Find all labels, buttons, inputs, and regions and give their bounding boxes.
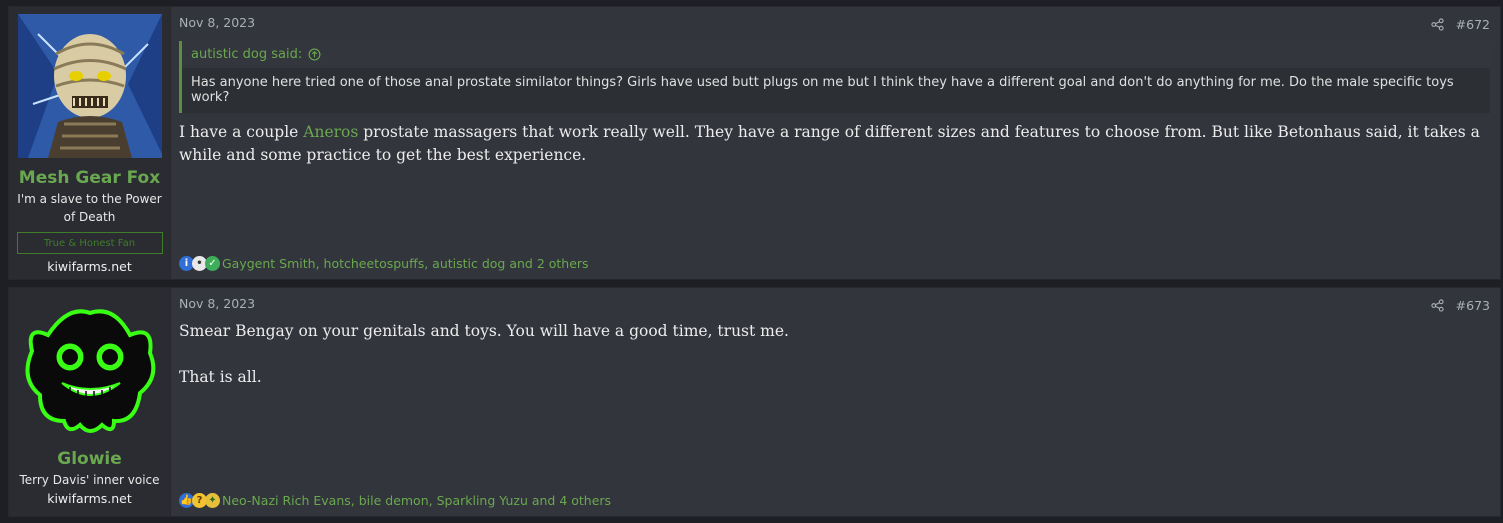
reactions-text[interactable]: Gaygent Smith, hotcheetospuffs, autistic…: [222, 256, 589, 271]
username[interactable]: Mesh Gear Fox: [19, 168, 160, 188]
post-date[interactable]: Nov 8, 2023: [179, 15, 255, 33]
post-672: Mesh Gear Fox I'm a slave to the Power o…: [8, 6, 1501, 280]
post-main: Nov 8, 2023 #672 autistic dog said: Has …: [171, 7, 1500, 279]
avatar[interactable]: [17, 14, 162, 158]
user-title: I'm a slave to the Power of Death: [17, 192, 162, 224]
post-paragraph: I have a couple Aneros prostate massager…: [179, 123, 1480, 164]
user-cell: Glowie Terry Davis' inner voice kiwifarm…: [9, 288, 171, 516]
arrow-up-circle-icon[interactable]: [308, 48, 321, 61]
post-header: Nov 8, 2023 #673: [179, 296, 1490, 314]
post-body: I have a couple Aneros prostate massager…: [179, 121, 1490, 167]
post-paragraph: Smear Bengay on your genitals and toys. …: [179, 322, 789, 340]
reaction-icons[interactable]: i • ✓: [179, 256, 220, 271]
pineapple-icon: ✦: [205, 493, 220, 508]
share-icon[interactable]: [1431, 298, 1444, 312]
avatar[interactable]: [17, 295, 162, 439]
quote-author[interactable]: autistic dog said:: [191, 47, 302, 62]
user-banner: True & Honest Fan: [16, 232, 163, 254]
reactions-text[interactable]: Neo-Nazi Rich Evans, bile demon, Sparkli…: [222, 493, 611, 508]
share-icon[interactable]: [1431, 17, 1444, 31]
post-673: Glowie Terry Davis' inner voice kiwifarm…: [8, 287, 1501, 517]
post-number[interactable]: #673: [1456, 298, 1490, 313]
username[interactable]: Glowie: [57, 449, 122, 469]
post-body: Smear Bengay on your genitals and toys. …: [179, 320, 1490, 389]
user-title: Terry Davis' inner voice: [19, 473, 160, 487]
user-site: kiwifarms.net: [47, 259, 132, 274]
quote-block: autistic dog said: Has anyone here tried…: [179, 41, 1490, 113]
reaction-icons[interactable]: 👍 ? ✦: [179, 493, 220, 508]
reactions-bar: i • ✓ Gaygent Smith, hotcheetospuffs, au…: [179, 256, 589, 271]
post-number[interactable]: #672: [1456, 17, 1490, 32]
post-header: Nov 8, 2023 #672: [179, 15, 1490, 33]
post-date[interactable]: Nov 8, 2023: [179, 296, 255, 314]
reactions-bar: 👍 ? ✦ Neo-Nazi Rich Evans, bile demon, S…: [179, 493, 611, 508]
user-cell: Mesh Gear Fox I'm a slave to the Power o…: [9, 7, 171, 279]
post-main: Nov 8, 2023 #673 Smear Bengay on your ge…: [171, 288, 1500, 516]
aneros-link[interactable]: Aneros: [303, 123, 358, 141]
quote-text: Has anyone here tried one of those anal …: [182, 68, 1490, 113]
quote-header[interactable]: autistic dog said:: [182, 41, 1490, 68]
check-icon: ✓: [205, 256, 220, 271]
post-paragraph: That is all.: [179, 368, 262, 386]
user-site: kiwifarms.net: [47, 491, 132, 506]
